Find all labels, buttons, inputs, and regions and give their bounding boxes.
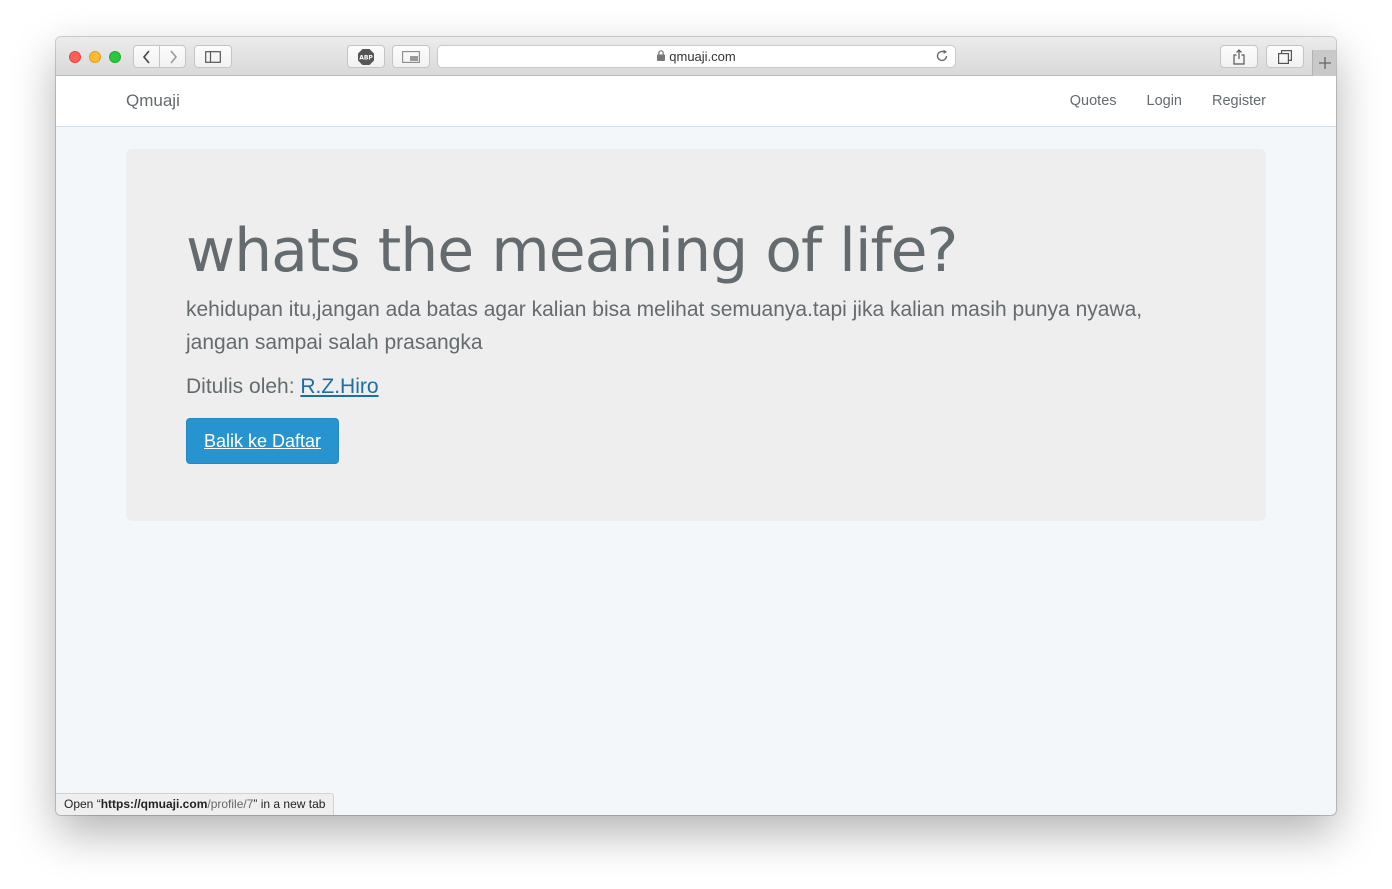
author-prefix: Ditulis oleh: (186, 375, 301, 398)
maximize-window-button[interactable] (109, 51, 121, 63)
back-to-list-button[interactable]: Balik ke Daftar (186, 418, 340, 464)
sidebar-icon[interactable] (194, 45, 232, 68)
site-navbar: Qmuaji Quotes Login Register (56, 76, 1336, 127)
author-link[interactable]: R.Z.Hiro (300, 375, 378, 398)
forward-icon[interactable] (159, 46, 185, 67)
pip-icon[interactable] (392, 45, 430, 68)
share-icon[interactable] (1220, 45, 1258, 68)
browser-toolbar: ABP qmuaji.com (56, 37, 1336, 76)
status-prefix: Open “ (64, 797, 101, 811)
tabs-icon[interactable] (1266, 45, 1304, 68)
plus-icon[interactable] (1312, 50, 1336, 76)
quote-body: kehidupan itu,jangan ada batas agar kali… (186, 298, 1143, 354)
address-url: qmuaji.com (669, 49, 736, 64)
quote-byline: Ditulis oleh: R.Z.Hiro (186, 373, 1206, 401)
lock-icon (657, 49, 666, 64)
adblock-label: ABP (359, 54, 373, 61)
quote-title: whats the meaning of life? (186, 216, 958, 286)
address-bar[interactable]: qmuaji.com (437, 45, 956, 68)
status-host: https://qmuaji.com (100, 797, 208, 811)
status-bar: Open “https://qmuaji.com/profile/7” in a… (56, 793, 335, 815)
adblock-icon[interactable]: ABP (347, 45, 385, 68)
reload-icon[interactable] (935, 49, 949, 66)
nav-link-quotes[interactable]: Quotes (1070, 93, 1117, 109)
minimize-window-button[interactable] (89, 51, 101, 63)
quote-panel: whats the meaning of life? kehidupan itu… (126, 149, 1266, 521)
status-path: /profile/7 (207, 797, 254, 811)
nav-link-login[interactable]: Login (1147, 93, 1182, 109)
brand-link[interactable]: Qmuaji (126, 91, 180, 111)
close-window-button[interactable] (69, 51, 81, 63)
nav-link-register[interactable]: Register (1212, 93, 1266, 109)
browser-window: ABP qmuaji.com Qmuaji Quotes Login Regis… (56, 37, 1336, 815)
history-nav (133, 45, 186, 68)
status-suffix: ” in a new tab (253, 797, 326, 811)
back-icon[interactable] (134, 46, 159, 67)
nav-links: Quotes Login Register (1070, 93, 1266, 109)
